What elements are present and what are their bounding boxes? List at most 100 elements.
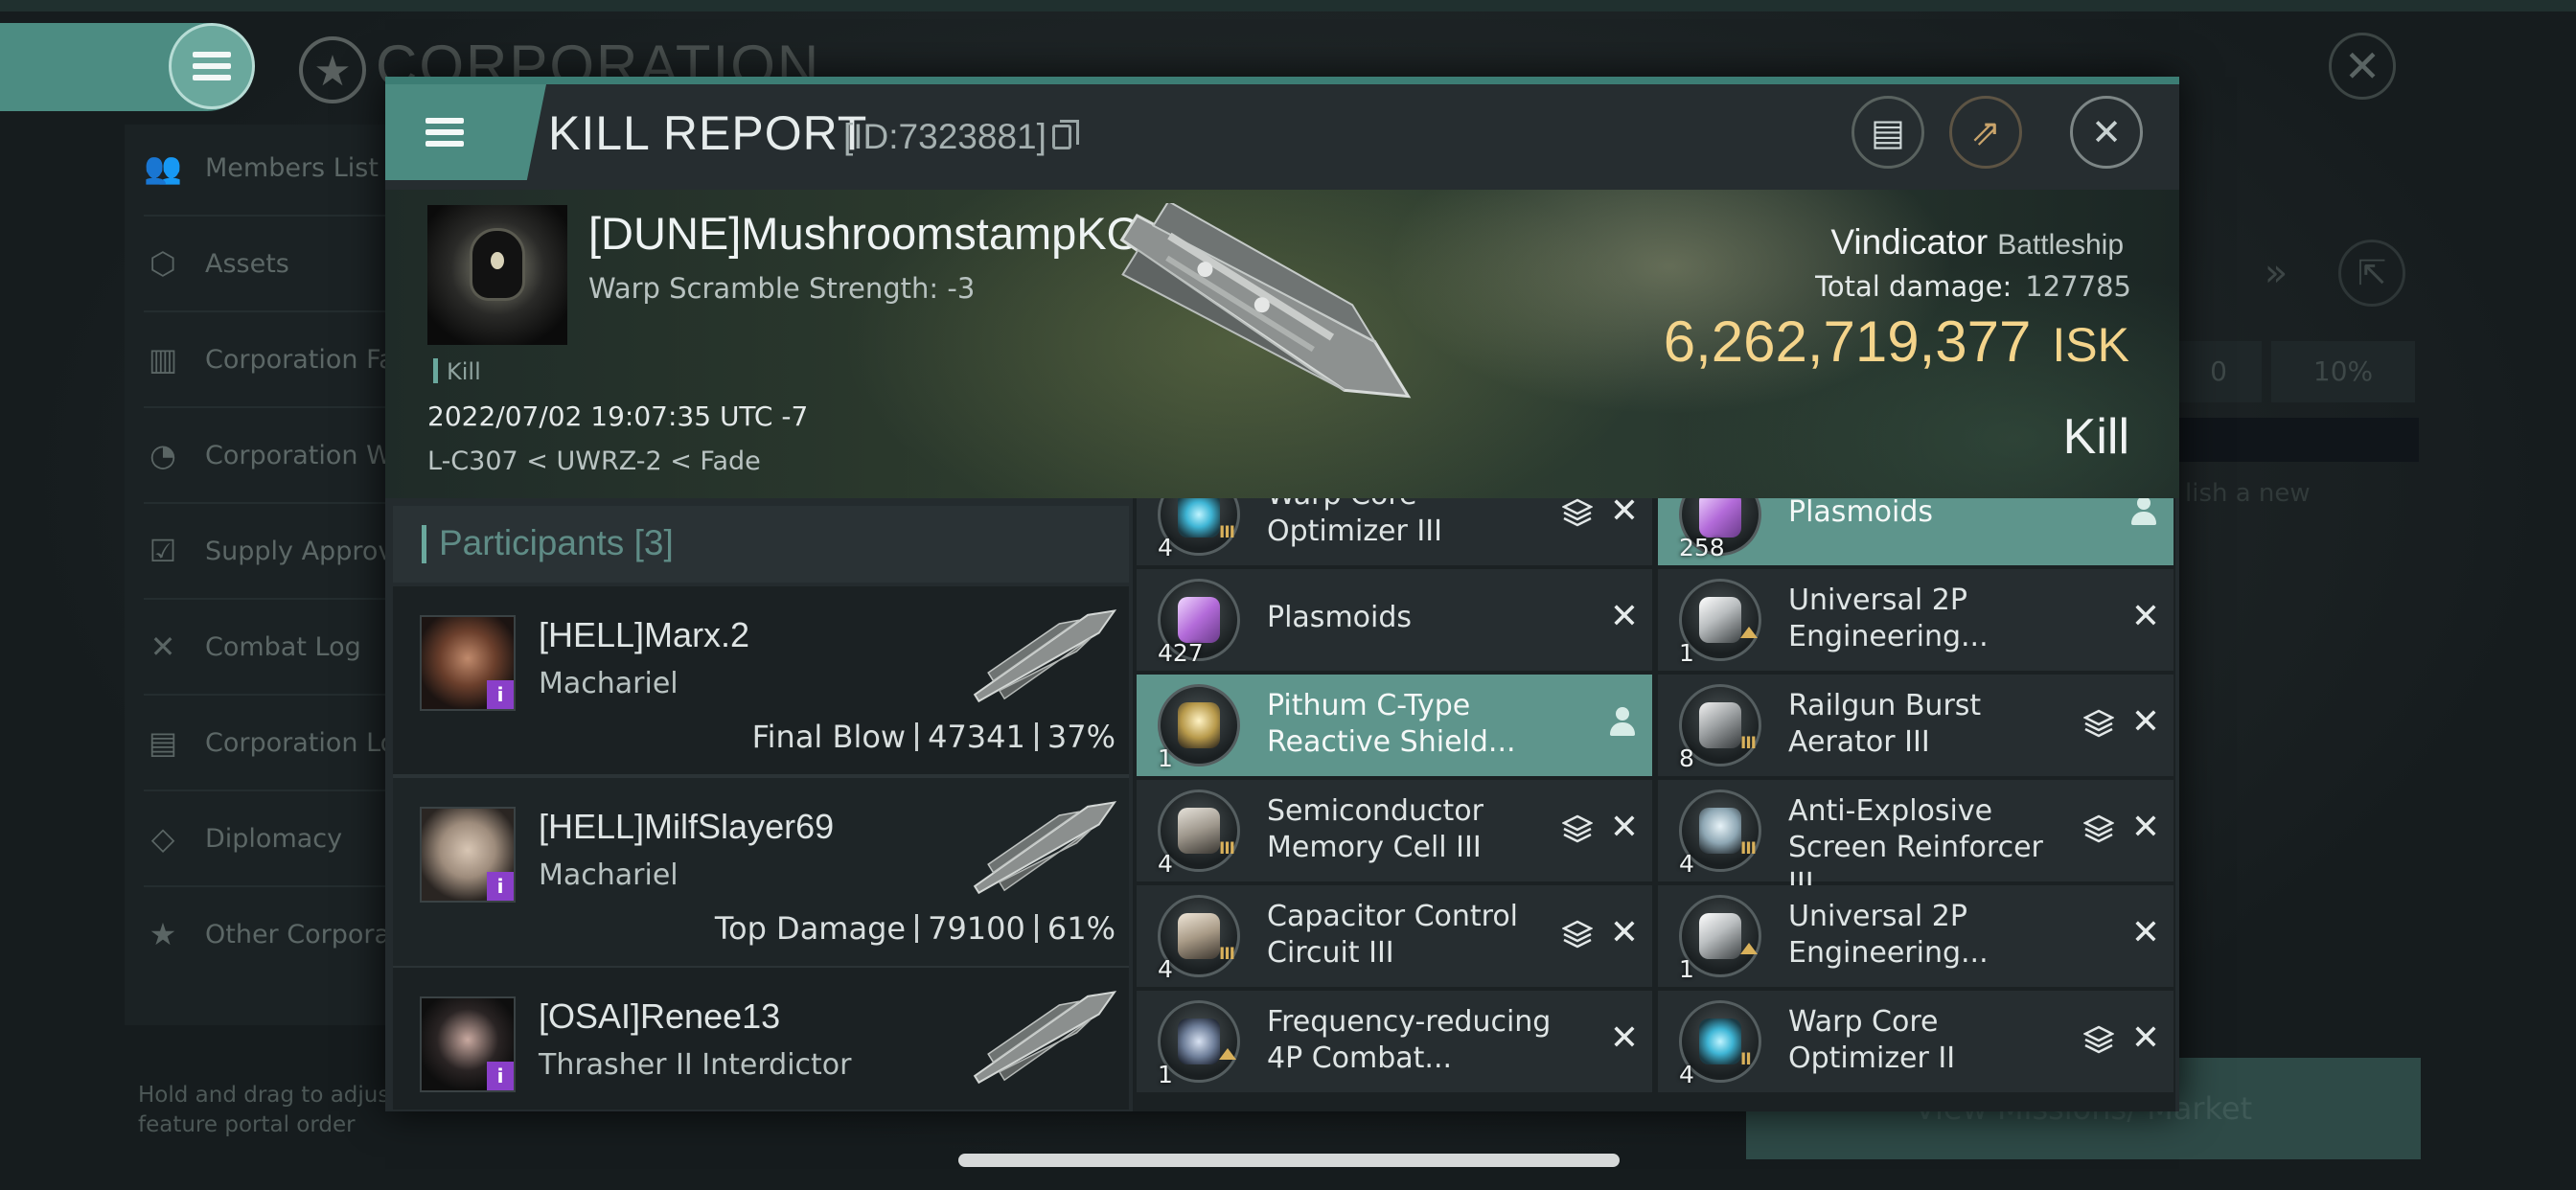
participant-avatar[interactable]: i [420,996,516,1092]
sidebar-item-label: Supply Approva [205,536,393,566]
item-name: Universal 2P Engineering... [1788,900,1989,970]
item-cell[interactable]: 4 III Anti-Explosive Screen Reinforcer III… [1658,780,2174,901]
item-quantity: 1 [1679,639,1694,667]
tax-rate-field[interactable]: 10% [2271,341,2415,402]
log-icon: ▤ [148,724,178,761]
participant-row[interactable]: i [HELL]MilfSlayer69 Machariel Top Damage 79… [393,778,1129,966]
stack-icon[interactable] [1562,498,1593,527]
input-bar[interactable] [2175,418,2419,462]
victim-name[interactable]: [DUNE]MushroomstampKO [588,207,1141,260]
participant-damage: 47341 [928,719,1025,755]
drag-hint-text: Hold and drag to adjust feature portal o… [138,1083,399,1137]
item-quantity: 4 [1679,1061,1694,1088]
destroyed-x-icon: ✕ [2130,808,2160,847]
item-cell[interactable]: 8 III Railgun Burst Aerator III ✕ [1658,675,2174,776]
item-cell[interactable]: 258 Plasmoids [1658,498,2174,565]
destroyed-x-icon: ✕ [1609,1018,1639,1058]
main-menu-button[interactable] [169,23,255,109]
sidebar-item[interactable]: ☑ Supply Approva [144,517,393,584]
person-icon[interactable] [1610,707,1635,740]
sidebar-item[interactable]: ⬡ Assets [144,230,393,297]
panel-menu-button[interactable] [385,84,546,180]
destroyed-x-icon: ✕ [2130,597,2160,636]
item-quantity: 8 [1679,744,1694,772]
participant-name[interactable]: [OSAI]Renee13 [539,996,780,1037]
item-cell[interactable]: 1 Frequency-reducing 4P Combat... ✕ [1137,991,1652,1092]
sidebar-divider [144,598,393,600]
stack-icon[interactable] [1562,814,1593,843]
participant-damage: 79100 [928,910,1025,947]
item-quantity: 1 [1158,1061,1173,1088]
close-icon[interactable]: ✕ [2070,96,2143,169]
participant-name[interactable]: [HELL]Marx.2 [539,615,749,655]
sidebar-item[interactable]: ★ Other Corporat [144,901,393,968]
item-cell[interactable]: 4 III Semiconductor Memory Cell III ✕ [1137,780,1652,881]
participant-avatar[interactable]: i [420,615,516,711]
sidebar-item[interactable]: ▥ Corporation Fa [144,326,393,393]
sidebar-divider [144,502,393,504]
sidebar-item-label: Corporation Fa [205,344,393,375]
status-bar [0,0,2576,11]
publish-text: lish a new [2185,479,2311,508]
amount-field[interactable]: 0 [2175,341,2262,402]
stack-icon[interactable] [2083,814,2114,843]
sidebar-item-label: Combat Log [205,631,361,662]
upgrade-tier-icon [1740,627,1758,638]
total-damage: Total damage: 127785 [1815,270,2131,303]
item-cell[interactable]: 1 Universal 2P Engineering... ✕ [1658,569,2174,671]
double-chevron-icon[interactable]: » [2242,240,2310,307]
destroyed-x-icon: ✕ [1609,913,1639,952]
item-cell[interactable]: 4 II Warp Core Optimizer II ✕ [1658,991,2174,1092]
participant-row[interactable]: i [HELL]Marx.2 Machariel Final Blow 47341 37% [393,586,1129,774]
item-cell[interactable]: 4 III Warp Core Optimizer III ✕ [1137,498,1652,565]
sidebar-divider [144,694,393,696]
participant-name[interactable]: [HELL]MilfSlayer69 [539,807,834,847]
item-quantity: 427 [1158,639,1204,667]
home-indicator[interactable] [958,1154,1620,1167]
victim-ship-type[interactable]: Vindicator Battleship [1830,222,2124,263]
sidebar-item[interactable]: 👥 Members List [144,134,393,201]
participant-ship-image [973,991,1117,1085]
sidebar-item[interactable]: ▤ Corporation Lo [144,709,393,776]
copy-icon[interactable] [1052,120,1079,149]
participant-ship: Machariel [539,858,678,892]
participant-avatar[interactable]: i [420,807,516,903]
stack-icon[interactable] [1562,920,1593,949]
item-cell[interactable]: 1 Universal 2P Engineering... ✕ [1658,885,2174,987]
isk-value: 6,262,719,377 ISK [1663,309,2129,374]
destroyed-x-icon: ✕ [2130,702,2160,742]
sidebar-item[interactable]: ◔ Corporation Wa [144,422,393,489]
item-name: Warp Core Optimizer II [1788,1005,1956,1075]
person-icon[interactable] [2131,498,2156,529]
sidebar-item[interactable]: ◇ Diplomacy [144,805,393,872]
item-quantity: 4 [1158,955,1173,983]
victim-avatar[interactable] [427,205,567,345]
report-document-icon[interactable]: ▤ [1852,96,1924,169]
dropped-items-grid[interactable]: 4 III Warp Core Optimizer III ✕ 427 Plasmoids… [1133,498,2175,1111]
share-icon[interactable]: ⇗ [1949,96,2022,169]
upgrade-tier-icon [1740,943,1758,954]
stack-icon[interactable] [2083,1025,2114,1054]
external-link-icon[interactable]: ⇱ [2338,240,2405,307]
screen-close-icon[interactable]: ✕ [2329,33,2396,100]
kill-report-id: [ID:7323881] [843,117,1046,156]
item-tier-badge: III [1740,839,1757,858]
participant-row[interactable]: i [OSAI]Renee13 Thrasher II Interdictor [393,968,1129,1110]
isk-unit: ISK [2052,318,2129,372]
item-cell[interactable]: 4 III Capacitor Control Circuit III ✕ [1137,885,1652,987]
panel-accent-line [385,77,2179,84]
sidebar-item[interactable]: ✕ Combat Log [144,613,393,680]
participant-ship-image [973,801,1117,895]
destroyed-x-icon: ✕ [2130,913,2160,952]
item-name: Railgun Burst Aerator III [1788,689,1982,759]
item-cell[interactable]: 1 Pithum C-Type Reactive Shield... [1137,675,1652,776]
kill-location[interactable]: L-C307 < UWRZ-2 < Fade [427,446,761,476]
victim-ship-image[interactable] [1083,203,1447,433]
stack-icon[interactable] [2083,709,2114,738]
item-quantity: 1 [1679,955,1694,983]
item-tier-badge: III [1219,523,1235,542]
item-cell[interactable]: 427 Plasmoids ✕ [1137,569,1652,671]
item-quantity: 4 [1158,850,1173,878]
kill-report-title: KILL REPORT [548,106,868,160]
participant-damage-stats: Final Blow 47341 37% [752,719,1116,755]
